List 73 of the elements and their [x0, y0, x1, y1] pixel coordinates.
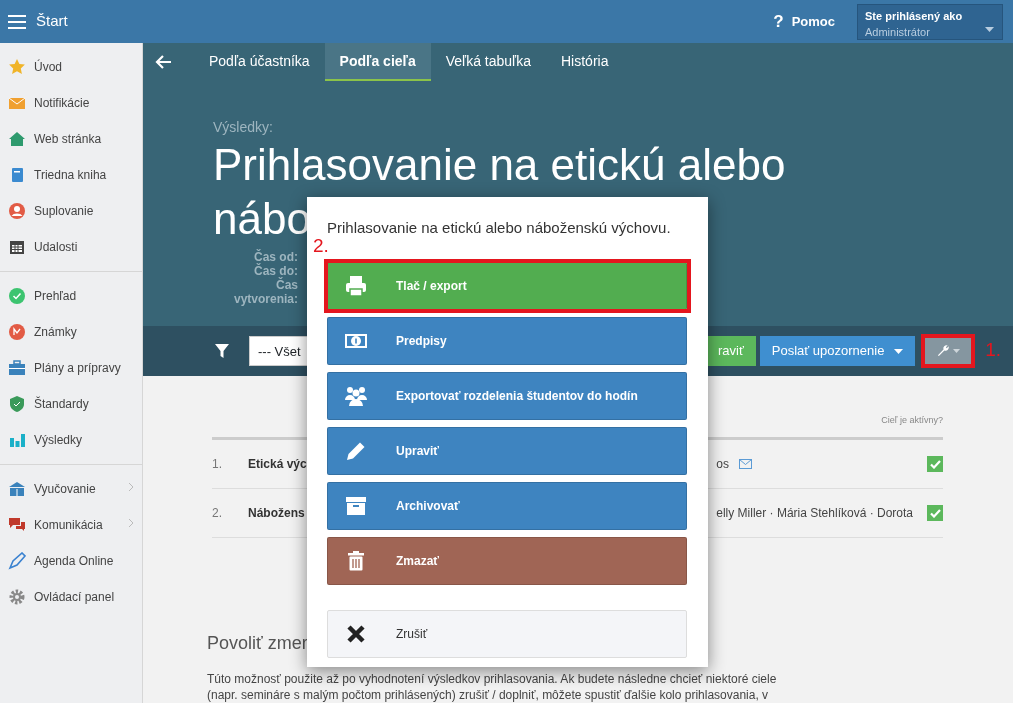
sidebar-item[interactable]: Prehľad	[0, 278, 142, 314]
goal-name[interactable]: Etická výc	[248, 455, 307, 473]
action-button[interactable]: Exportovať rozdelenia študentov do hodín	[327, 371, 687, 420]
briefcase-icon	[8, 359, 26, 377]
page-title-line: Prihlasovanie na etickú alebo	[213, 139, 786, 191]
back-arrow-icon[interactable]	[154, 54, 172, 70]
shield-icon	[8, 395, 26, 413]
sidebar-item[interactable]: Známky	[0, 314, 142, 350]
gear-icon	[8, 588, 26, 606]
action-button[interactable]: Predpisy	[327, 316, 687, 365]
sidebar-item[interactable]: Web stránka	[0, 121, 142, 157]
active-checkbox[interactable]	[927, 505, 943, 521]
annotation-number: 1.	[985, 337, 1001, 362]
sidebar-item[interactable]: Ovládací panel	[0, 579, 142, 615]
caret-icon	[952, 348, 960, 353]
participant-list: elly Miller · Mária Stehlíková · Dorota	[716, 504, 913, 522]
person-icon	[8, 202, 26, 220]
sidebar-item[interactable]: Výsledky	[0, 422, 142, 458]
grade-circle-icon	[8, 323, 26, 341]
sidebar-item[interactable]: Udalosti	[0, 229, 142, 265]
sidebar-item[interactable]: Suplovanie	[0, 193, 142, 229]
app-title[interactable]: Štart	[36, 10, 68, 33]
tab[interactable]: Veľká tabuľka	[430, 43, 546, 81]
wrench-icon	[936, 344, 950, 358]
calendar-icon	[8, 238, 26, 256]
sidebar-item[interactable]: Vyučovanie	[0, 471, 142, 507]
star-icon	[8, 58, 26, 76]
caret-icon	[985, 26, 994, 32]
sidebar-item[interactable]: Agenda Online	[0, 543, 142, 579]
field-label: Čas do:	[253, 264, 298, 278]
sidebar-item[interactable]: Notifikácie	[0, 85, 142, 121]
printer-icon	[344, 273, 368, 298]
paragraph-line: (napr. semináre s malým počtom prihlásených) zrušiť / doplniť, môžete spustiť ďalšie kolo prihlasovania, v	[207, 687, 769, 703]
menu-icon[interactable]	[8, 14, 26, 29]
cancel-button[interactable]: Zrušiť	[327, 609, 687, 658]
tab[interactable]: História	[546, 43, 624, 81]
field-label: Čas vytvorenia:	[232, 278, 298, 306]
row-number: 1.	[212, 456, 223, 473]
user-dropdown[interactable]: Ste prihlásený ako Administrátor	[857, 3, 1003, 40]
action-button[interactable]: Upraviť	[327, 426, 687, 475]
page-title-line: nábo	[213, 193, 311, 245]
caret-icon	[894, 349, 903, 354]
tab[interactable]: Podľa účastníka	[194, 43, 325, 81]
sidebar-item[interactable]: Plány a prípravy	[0, 350, 142, 386]
user-name: Administrátor	[865, 25, 930, 40]
pen-icon	[8, 552, 26, 570]
action-button[interactable]: Archivovať	[327, 481, 687, 530]
row-number: 2.	[212, 505, 223, 522]
tab[interactable]: Podľa cieľa	[324, 43, 431, 81]
field-label: Čas od:	[253, 250, 298, 264]
sidebar-item[interactable]: Úvod	[0, 49, 142, 85]
user-label: Ste prihlásený ako	[865, 8, 964, 24]
help-icon[interactable]: ?	[773, 8, 784, 35]
filter-icon[interactable]	[215, 343, 229, 358]
check-circle-icon	[8, 287, 26, 305]
participant-list: os	[716, 455, 729, 473]
active-checkbox[interactable]	[927, 456, 943, 472]
overline-label: Výsledky:	[213, 118, 273, 137]
help-link[interactable]: Pomoc	[791, 11, 835, 32]
house-icon	[8, 130, 26, 148]
annotation-number: 2.	[313, 233, 329, 258]
envelope-icon[interactable]	[739, 459, 752, 469]
section-title: Povoliť zmer	[207, 632, 308, 655]
sidebar-item[interactable]: Komunikácia	[0, 507, 142, 543]
column-header: Cieľ je aktívny?	[881, 414, 943, 425]
paragraph-line: Túto možnosť použite až po vyhodnotení výsledkov prihlasovania. Ak budete následne chcieť niektoré ciele	[207, 671, 777, 687]
dialog-title: Prihlasovanie na etickú alebo náboženskú výchovu.	[327, 218, 671, 238]
goal-name[interactable]: Nábožens	[248, 504, 305, 522]
school-icon	[8, 480, 26, 498]
action-button[interactable]: Zmazať	[327, 536, 687, 585]
bar-chart-icon	[8, 431, 26, 449]
sidebar-item[interactable]: Triedna kniha	[0, 157, 142, 193]
sidebar-item[interactable]: Štandardy	[0, 386, 142, 422]
